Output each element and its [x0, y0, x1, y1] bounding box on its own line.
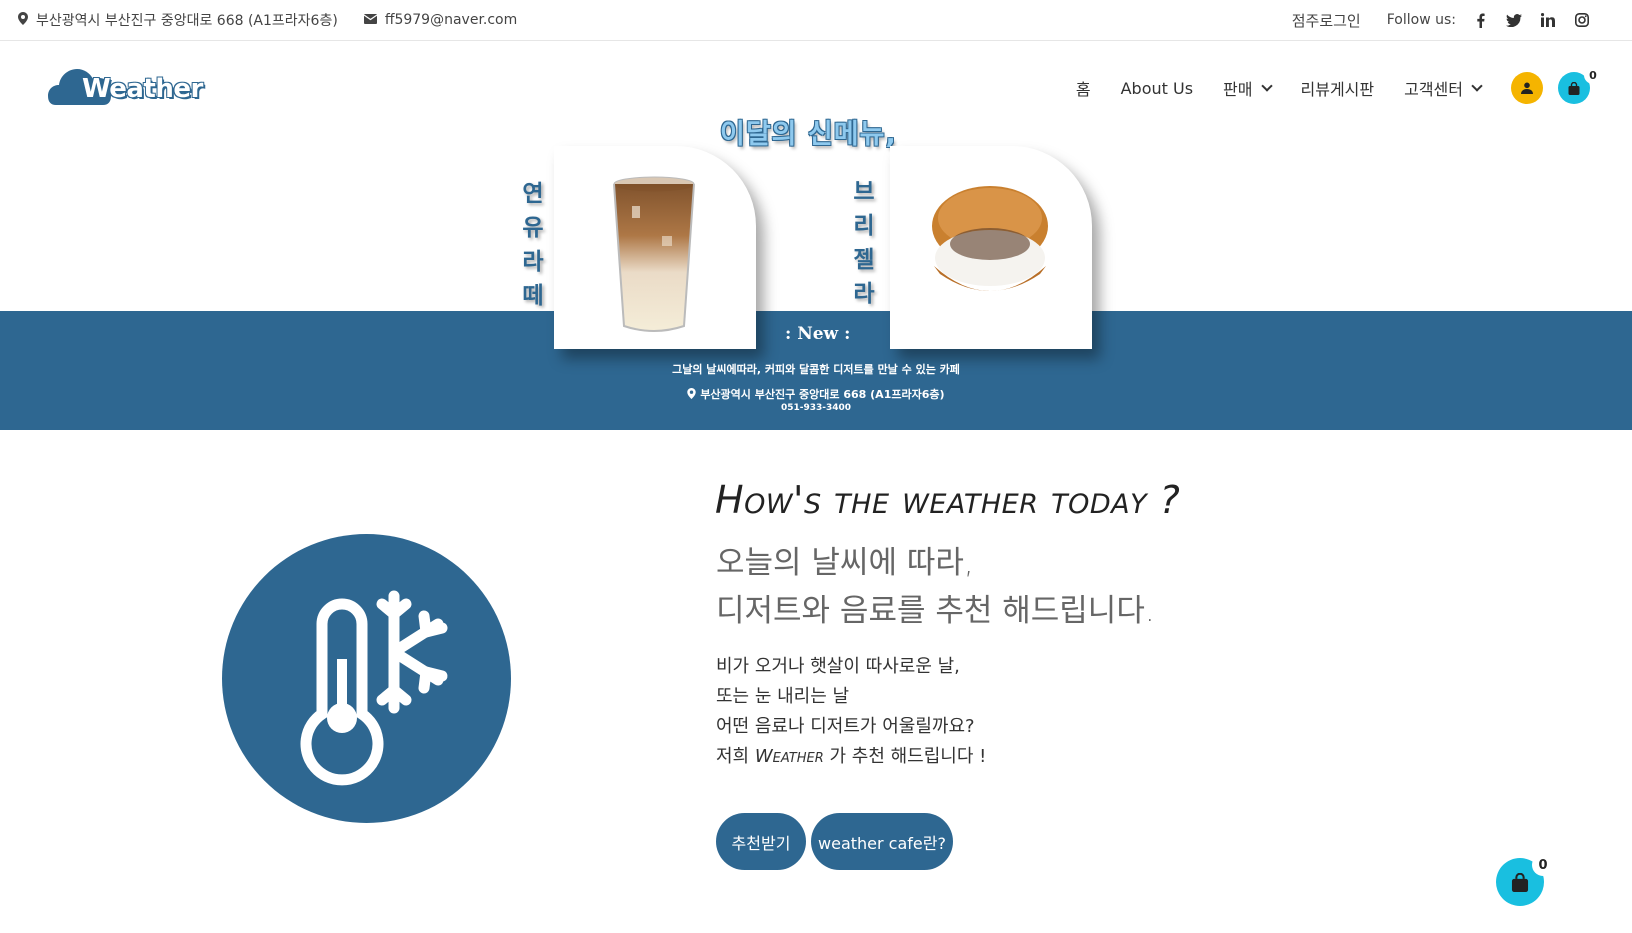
follow-us-label: Follow us: [1386, 12, 1456, 28]
latte-char-3: 라 [522, 249, 544, 275]
location-pin-icon [687, 388, 697, 399]
logo-text[interactable]: Weather [82, 74, 203, 104]
chevron-down-icon [1471, 80, 1483, 92]
contact-info: 부산광역시 부산진구 중앙대로 668 (A1프라자6층) ff5979@nav… [18, 0, 517, 40]
shopping-bag-icon [1568, 81, 1580, 95]
floating-cart-button[interactable]: 0 [1496, 854, 1554, 906]
main-description: 비가 오거나 햇살이 따사로운 날, 또는 눈 내리는 날 어떤 음료나 디저트… [716, 652, 986, 772]
main-subheading-1: 오늘의 날씨에 따라, [716, 545, 974, 581]
email-item[interactable]: ff5979@naver.com [363, 12, 517, 28]
instagram-icon[interactable] [1574, 12, 1590, 28]
cart-button[interactable]: 0 [1558, 66, 1602, 104]
main-subheading-2: 디저트와 음료를 추천 해드립니다. [716, 593, 1155, 629]
banner-tagline: 그날의 날씨에따라, 커피와 달콤한 디저트를 만날 수 있는 카페 [672, 363, 960, 376]
nav-about[interactable]: About Us [1121, 79, 1193, 98]
description-line-3: 어떤 음료나 디저트가 어울릴까요? [716, 716, 975, 737]
twitter-icon[interactable] [1506, 12, 1522, 28]
new-menu-card-brioche [890, 146, 1092, 349]
line4-prefix: 저희 [716, 746, 755, 767]
brioche-char-3: 젤 [853, 247, 875, 273]
iced-latte-image [613, 176, 695, 332]
cart-count-badge: 0 [1584, 66, 1602, 84]
brioche-char-2: 리 [853, 213, 875, 239]
nav-reviews[interactable]: 리뷰게시판 [1301, 76, 1375, 100]
topbar-right: 점주로그인 Follow us: [1292, 0, 1590, 40]
brioche-char-1: 브 [853, 179, 875, 205]
brand-name: Weather [754, 746, 824, 767]
linkedin-icon[interactable] [1540, 12, 1556, 28]
nav-home[interactable]: 홈 [1076, 76, 1091, 100]
new-menu-name-brioche: 브 리 젤 라 [849, 175, 879, 311]
nav-support-label: 고객센터 [1404, 80, 1463, 99]
envelope-icon [363, 12, 378, 28]
main-nav: 홈 About Us 판매 리뷰게시판 고객센터 0 [1076, 66, 1602, 106]
latte-char-4: 떼 [522, 283, 544, 309]
user-icon [1521, 82, 1533, 94]
banner-address: 부산광역시 부산진구 중앙대로 668 (A1프라자6층) [0, 386, 1632, 402]
description-line-1: 비가 오거나 햇살이 따사로운 날, [716, 656, 960, 677]
top-bar: 부산광역시 부산진구 중앙대로 668 (A1프라자6층) ff5979@nav… [0, 0, 1632, 41]
nav-sales-label: 판매 [1223, 80, 1253, 99]
weather-illustration [222, 534, 511, 823]
line4-suffix: 가 추천 해드립니다 ! [823, 746, 987, 767]
latte-char-2: 유 [522, 215, 544, 241]
recommend-button[interactable]: 추천받기 [716, 813, 806, 870]
facebook-icon[interactable] [1472, 12, 1488, 28]
nav-sales[interactable]: 판매 [1223, 76, 1273, 100]
new-menu-card-latte [554, 146, 756, 349]
shopping-bag-icon [1511, 872, 1529, 892]
banner-phone: 051-933-3400 [780, 403, 852, 413]
latte-char-1: 연 [522, 181, 544, 207]
email-text[interactable]: ff5979@naver.com [385, 12, 517, 28]
address-item: 부산광역시 부산진구 중앙대로 668 (A1프라자6층) [18, 10, 338, 30]
user-account-button[interactable] [1511, 72, 1543, 104]
address-text: 부산광역시 부산진구 중앙대로 668 (A1프라자6층) [36, 13, 338, 29]
location-pin-icon [18, 11, 28, 29]
owner-login-link[interactable]: 점주로그인 [1292, 10, 1361, 31]
about-cafe-button[interactable]: weather cafe란? [811, 813, 953, 870]
banner-address-text: 부산광역시 부산진구 중앙대로 668 (A1프라자6층) [700, 388, 945, 401]
brioche-gelato-image [932, 186, 1048, 291]
floating-cart-count: 0 [1532, 854, 1554, 876]
nav-support[interactable]: 고객센터 [1404, 76, 1483, 100]
main-heading: How's the weather today ? [715, 478, 1181, 522]
description-line-2: 또는 눈 내리는 날 [716, 686, 850, 707]
brioche-char-4: 라 [853, 281, 875, 307]
description-line-4: 저희 Weather 가 추천 해드립니다 ! [716, 742, 986, 772]
thermometer-snowflake-icon [300, 590, 448, 786]
chevron-down-icon [1260, 80, 1273, 92]
new-menu-name-latte: 연 유 라 떼 [518, 177, 548, 313]
new-label: : New : [785, 324, 851, 344]
social-links [1472, 12, 1590, 28]
